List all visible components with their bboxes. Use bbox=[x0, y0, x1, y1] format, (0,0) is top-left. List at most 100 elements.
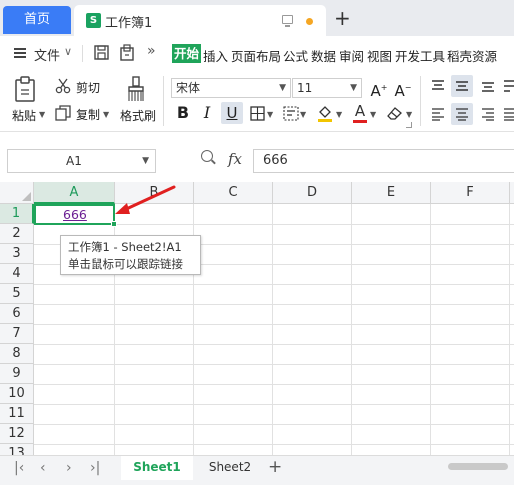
font-size-select[interactable]: 11 ▼ bbox=[292, 78, 362, 98]
row-header-10[interactable]: 10 bbox=[0, 384, 34, 404]
name-box[interactable]: A1 ▼ bbox=[7, 149, 156, 173]
align-center-icon bbox=[456, 108, 468, 121]
copy-icon[interactable] bbox=[55, 105, 71, 121]
column-header-e[interactable]: E bbox=[352, 182, 431, 204]
increase-font-size-icon[interactable]: A+ bbox=[368, 77, 390, 100]
menu-tab-docer-resources[interactable]: 稻壳资源 bbox=[447, 46, 497, 65]
menu-tab-review[interactable]: 审阅 bbox=[339, 46, 364, 65]
justify-icon[interactable] bbox=[503, 107, 514, 121]
sheet-tab-sheet2[interactable]: Sheet2 bbox=[200, 456, 260, 480]
chevron-down-icon[interactable]: ∨ bbox=[64, 45, 72, 58]
next-sheet-icon[interactable]: › bbox=[66, 460, 72, 476]
more-icon[interactable]: » bbox=[147, 43, 156, 59]
fx-icon[interactable]: fx bbox=[228, 150, 242, 168]
dialog-launcher-icon[interactable] bbox=[406, 122, 412, 128]
column-header-a[interactable]: A bbox=[34, 182, 115, 204]
font-color-button[interactable]: A bbox=[352, 103, 368, 123]
export-pdf-icon[interactable] bbox=[119, 44, 135, 61]
row-header-8[interactable]: 8 bbox=[0, 344, 34, 364]
horizontal-scrollbar[interactable] bbox=[430, 462, 514, 472]
paste-icon[interactable] bbox=[14, 76, 36, 102]
menu-tab-developer[interactable]: 开发工具 bbox=[395, 46, 445, 65]
row-header-3[interactable]: 3 bbox=[0, 244, 34, 264]
row-header-11[interactable]: 11 bbox=[0, 404, 34, 424]
gridline bbox=[34, 424, 514, 425]
caret-down-icon[interactable]: ▼ bbox=[300, 110, 306, 119]
caret-down-icon[interactable]: ▼ bbox=[370, 110, 376, 119]
menu-tab-insert[interactable]: 插入 bbox=[203, 46, 228, 65]
scrollbar-thumb[interactable] bbox=[448, 463, 508, 470]
align-middle-button[interactable] bbox=[451, 75, 473, 97]
wrap-text-icon[interactable] bbox=[503, 79, 514, 93]
column-header-f[interactable]: F bbox=[431, 182, 510, 204]
row-header-4[interactable]: 4 bbox=[0, 264, 34, 284]
previous-sheet-icon[interactable]: ‹ bbox=[40, 460, 46, 476]
first-sheet-icon[interactable]: |‹ bbox=[14, 460, 24, 476]
italic-button[interactable]: I bbox=[196, 102, 218, 124]
copy-button[interactable]: 复制 bbox=[76, 106, 100, 123]
row-header-6[interactable]: 6 bbox=[0, 304, 34, 324]
cell-style-icon[interactable] bbox=[283, 106, 299, 121]
cell-a1-value[interactable]: 666 bbox=[63, 207, 87, 222]
bold-button[interactable]: B bbox=[172, 102, 194, 124]
align-top-icon[interactable] bbox=[431, 79, 445, 93]
monitor-icon[interactable] bbox=[282, 15, 293, 27]
caret-down-icon[interactable]: ▼ bbox=[336, 110, 342, 119]
tab-workbook[interactable]: S 工作簿1 bbox=[74, 5, 326, 36]
add-sheet-button[interactable]: + bbox=[268, 457, 282, 477]
last-sheet-icon[interactable]: ›| bbox=[90, 460, 100, 476]
caret-down-icon[interactable]: ▼ bbox=[142, 150, 149, 172]
menu-tab-start[interactable]: 开始 bbox=[172, 44, 202, 63]
tooltip-hint: 单击鼠标可以跟踪链接 bbox=[68, 257, 183, 271]
row-header-2[interactable]: 2 bbox=[0, 224, 34, 244]
file-menu[interactable]: 文件 bbox=[34, 45, 60, 64]
caret-down-icon: ▼ bbox=[350, 83, 357, 93]
align-right-icon[interactable] bbox=[481, 107, 495, 121]
row-header-7[interactable]: 7 bbox=[0, 324, 34, 344]
tab-home[interactable]: 首页 bbox=[3, 6, 71, 34]
caret-down-icon[interactable]: ▼ bbox=[39, 110, 45, 119]
align-center-button[interactable] bbox=[451, 103, 473, 125]
select-all-corner[interactable] bbox=[0, 182, 34, 204]
align-bottom-icon[interactable] bbox=[481, 79, 495, 93]
row-header-9[interactable]: 9 bbox=[0, 364, 34, 384]
cut-button[interactable]: 剪切 bbox=[76, 79, 100, 96]
borders-icon[interactable] bbox=[250, 106, 265, 121]
row-header-13[interactable]: 13 bbox=[0, 444, 34, 455]
row-header-12[interactable]: 12 bbox=[0, 424, 34, 444]
save-icon[interactable] bbox=[94, 45, 109, 60]
font-color-glyph: A bbox=[354, 102, 366, 120]
align-left-icon[interactable] bbox=[431, 107, 445, 121]
column-header-d[interactable]: D bbox=[273, 182, 352, 204]
menu-tab-formulas[interactable]: 公式 bbox=[283, 46, 308, 65]
fill-handle[interactable] bbox=[111, 221, 117, 227]
gridline bbox=[34, 304, 514, 305]
format-painter-label[interactable]: 格式刷 bbox=[120, 107, 156, 124]
menu-tab-data[interactable]: 数据 bbox=[311, 46, 336, 65]
caret-down-icon[interactable]: ▼ bbox=[103, 110, 109, 119]
zoom-search-icon[interactable] bbox=[201, 150, 213, 162]
scissors-icon[interactable] bbox=[55, 78, 71, 94]
menu-tab-page-layout[interactable]: 页面布局 bbox=[231, 46, 281, 65]
format-painter-icon[interactable] bbox=[127, 76, 145, 102]
font-name-select[interactable]: 宋体 ▼ bbox=[171, 78, 291, 98]
hamburger-menu-icon[interactable] bbox=[14, 48, 26, 58]
paste-label[interactable]: 粘贴 bbox=[12, 107, 36, 124]
menu-tab-view[interactable]: 视图 bbox=[367, 46, 392, 65]
caret-down-icon[interactable]: ▼ bbox=[267, 110, 273, 119]
row-header-1[interactable]: 1 bbox=[0, 204, 34, 224]
sheet-tab-sheet1[interactable]: Sheet1 bbox=[121, 456, 193, 480]
spreadsheet-doc-icon: S bbox=[86, 13, 101, 28]
caret-down-icon[interactable]: ▼ bbox=[406, 110, 412, 119]
cell-a1-hyperlink[interactable]: 666 bbox=[34, 204, 117, 227]
formula-input[interactable]: 666 bbox=[253, 149, 514, 173]
eraser-icon[interactable] bbox=[386, 105, 403, 121]
spreadsheet-grid[interactable]: A B C D E F 1 2 3 4 5 6 7 8 9 10 11 12 1… bbox=[0, 182, 514, 455]
row-header-5[interactable]: 5 bbox=[0, 284, 34, 304]
column-header-c[interactable]: C bbox=[194, 182, 273, 204]
underline-button[interactable]: U bbox=[221, 102, 243, 124]
column-header-g[interactable] bbox=[510, 182, 514, 204]
fill-color-icon[interactable] bbox=[316, 104, 334, 122]
decrease-font-size-icon[interactable]: A− bbox=[392, 77, 414, 100]
new-tab-button[interactable]: + bbox=[334, 7, 351, 29]
